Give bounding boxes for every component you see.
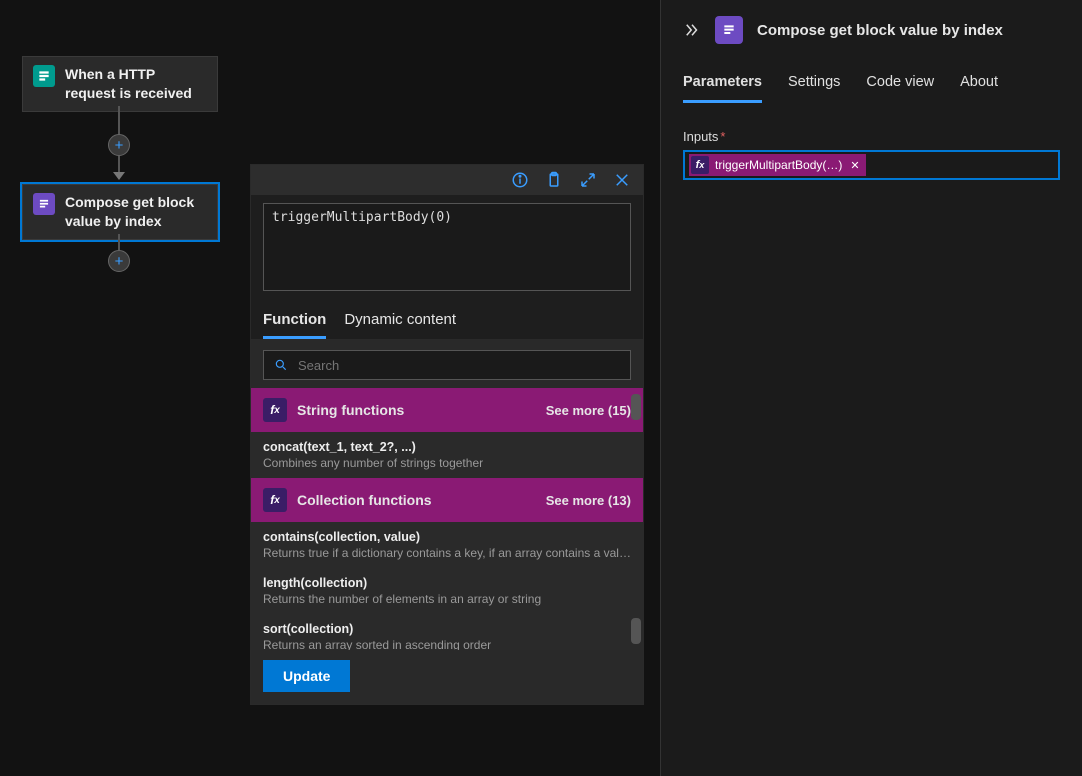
category-title: Collection functions	[297, 492, 536, 508]
function-list: fx String functions See more (15) concat…	[251, 388, 643, 650]
arrowhead-icon	[113, 172, 125, 180]
function-description: Combines any number of strings together	[263, 456, 631, 470]
connector-line	[118, 234, 120, 250]
panel-title: Compose get block value by index	[757, 22, 1003, 39]
update-button[interactable]: Update	[263, 660, 350, 692]
tab-function[interactable]: Function	[263, 301, 326, 339]
function-item-length[interactable]: length(collection) Returns the number of…	[251, 568, 643, 614]
fx-icon: fx	[263, 488, 287, 512]
scrollbar-thumb-top[interactable]	[631, 394, 641, 420]
panel-tabs: Parameters Settings Code view About	[683, 74, 1060, 103]
see-more-link[interactable]: See more (13)	[546, 493, 631, 508]
function-description: Returns true if a dictionary contains a …	[263, 546, 631, 560]
function-description: Returns the number of elements in an arr…	[263, 592, 631, 606]
tab-code-view[interactable]: Code view	[866, 74, 934, 103]
compose-icon	[33, 193, 55, 215]
http-trigger-icon	[33, 65, 55, 87]
expand-icon[interactable]	[579, 171, 597, 189]
expression-editor: Function Dynamic content fx String funct…	[250, 164, 644, 705]
required-asterisk: *	[720, 129, 725, 144]
connector-line	[118, 106, 120, 136]
tab-settings[interactable]: Settings	[788, 74, 840, 103]
connector-line	[118, 156, 120, 172]
popup-toolbar	[251, 165, 643, 195]
compose-icon	[715, 16, 743, 44]
search-icon	[274, 358, 288, 372]
clipboard-icon[interactable]	[545, 171, 563, 189]
function-signature: sort(collection)	[263, 622, 631, 636]
token-remove-icon[interactable]: ✕	[850, 159, 859, 172]
inputs-label: Inputs*	[683, 129, 1060, 144]
collapse-panel-icon[interactable]	[683, 21, 701, 39]
details-panel: Compose get block value by index Paramet…	[660, 0, 1082, 776]
compose-card[interactable]: Compose get block value by index	[22, 184, 218, 240]
expression-textarea[interactable]	[263, 203, 631, 291]
update-bar: Update	[251, 650, 643, 704]
trigger-title: When a HTTP request is received	[65, 65, 207, 103]
function-description: Returns an array sorted in ascending ord…	[263, 638, 631, 650]
search-input[interactable]	[298, 358, 620, 373]
scrollbar-thumb-bottom[interactable]	[631, 618, 641, 644]
trigger-card[interactable]: When a HTTP request is received	[22, 56, 218, 112]
function-item-concat[interactable]: concat(text_1, text_2?, ...) Combines an…	[251, 432, 643, 478]
insert-step-button-bottom[interactable]: +	[108, 250, 130, 272]
compose-title: Compose get block value by index	[65, 193, 207, 231]
see-more-link[interactable]: See more (15)	[546, 403, 631, 418]
function-signature: concat(text_1, text_2?, ...)	[263, 440, 631, 454]
search-box[interactable]	[263, 350, 631, 380]
expression-tabs: Function Dynamic content	[251, 301, 643, 340]
inputs-label-text: Inputs	[683, 129, 718, 144]
expression-token[interactable]: fx triggerMultipartBody(…) ✕	[689, 154, 866, 176]
token-text: triggerMultipartBody(…)	[715, 158, 842, 172]
tab-parameters[interactable]: Parameters	[683, 74, 762, 103]
panel-header: Compose get block value by index	[683, 0, 1060, 60]
inputs-field[interactable]: fx triggerMultipartBody(…) ✕	[683, 150, 1060, 180]
function-item-sort[interactable]: sort(collection) Returns an array sorted…	[251, 614, 643, 650]
tab-dynamic-content[interactable]: Dynamic content	[344, 301, 456, 339]
category-string-functions[interactable]: fx String functions See more (15)	[251, 388, 643, 432]
fx-icon: fx	[691, 156, 709, 174]
function-signature: contains(collection, value)	[263, 530, 631, 544]
function-signature: length(collection)	[263, 576, 631, 590]
insert-step-button-top[interactable]: +	[108, 134, 130, 156]
info-icon[interactable]	[511, 171, 529, 189]
fx-icon: fx	[263, 398, 287, 422]
search-wrap	[251, 340, 643, 388]
close-icon[interactable]	[613, 171, 631, 189]
category-collection-functions[interactable]: fx Collection functions See more (13)	[251, 478, 643, 522]
category-title: String functions	[297, 402, 536, 418]
tab-about[interactable]: About	[960, 74, 998, 103]
function-item-contains[interactable]: contains(collection, value) Returns true…	[251, 522, 643, 568]
